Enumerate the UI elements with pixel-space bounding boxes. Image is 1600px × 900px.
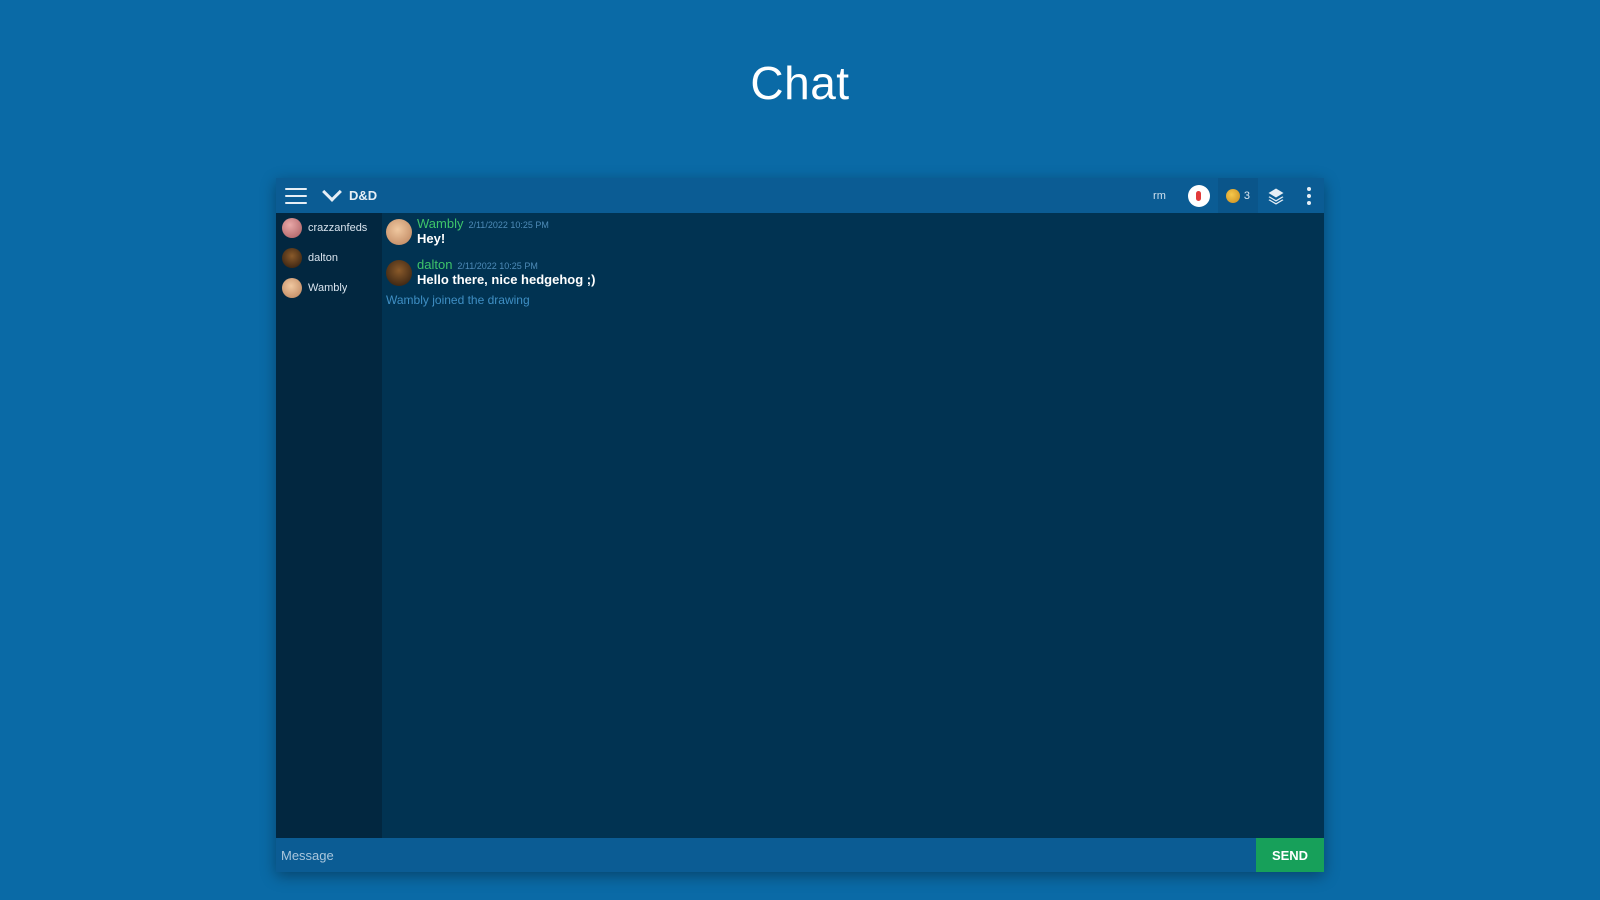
user-name: crazzanfeds <box>308 222 368 234</box>
avatar <box>282 278 302 298</box>
message-text: Hey! <box>417 231 446 246</box>
user-list-item[interactable]: Wambly <box>276 273 382 303</box>
chat-message: dalton 2/11/2022 10:25 PM Hello there, n… <box>386 258 1324 287</box>
message-author[interactable]: Wambly <box>417 217 463 231</box>
users-count-button[interactable]: 3 <box>1217 178 1258 213</box>
hamburger-menu-icon[interactable] <box>285 187 307 204</box>
message-composer: SEND <box>276 837 1324 872</box>
chat-message: Wambly 2/11/2022 10:25 PM Hey! <box>386 217 1324 246</box>
chevron-down-icon <box>322 182 342 202</box>
user-list-sidebar: crazzanfeds dalton Wambly <box>276 213 382 838</box>
message-timestamp: 2/11/2022 10:25 PM <box>457 261 538 271</box>
user-avatar-icon <box>1225 188 1240 203</box>
more-vertical-icon[interactable] <box>1294 178 1324 213</box>
room-selector[interactable]: D&D <box>322 182 378 203</box>
message-text: Hello there, nice hedgehog ;) <box>417 272 596 287</box>
top-toolbar: D&D rm 3 <box>276 178 1324 213</box>
user-name: dalton <box>308 252 338 264</box>
avatar <box>282 218 302 238</box>
avatar <box>386 260 412 286</box>
layers-icon[interactable] <box>1258 178 1294 213</box>
message-author[interactable]: dalton <box>417 258 452 272</box>
message-input[interactable] <box>276 837 1256 872</box>
message-timestamp: 2/11/2022 10:25 PM <box>468 220 549 230</box>
pen-size-indicator[interactable]: rm <box>1153 190 1166 202</box>
avatar <box>282 248 302 268</box>
avatar <box>386 219 412 245</box>
toolbar-actions: rm 3 <box>1153 178 1324 213</box>
record-icon[interactable] <box>1187 184 1210 207</box>
page-title: Chat <box>750 57 850 109</box>
send-button[interactable]: SEND <box>1256 838 1324 872</box>
message-list: Wambly 2/11/2022 10:25 PM Hey! dalton 2/… <box>382 213 1324 838</box>
user-name: Wambly <box>308 282 348 294</box>
chat-window: D&D rm 3 crazzanfeds dalton Wambly Wambl… <box>276 178 1324 872</box>
system-message: Wambly joined the drawing <box>386 293 530 307</box>
room-name: D&D <box>349 188 378 203</box>
users-count: 3 <box>1243 189 1250 202</box>
user-list-item[interactable]: dalton <box>276 243 382 273</box>
user-list-item[interactable]: crazzanfeds <box>276 213 382 243</box>
